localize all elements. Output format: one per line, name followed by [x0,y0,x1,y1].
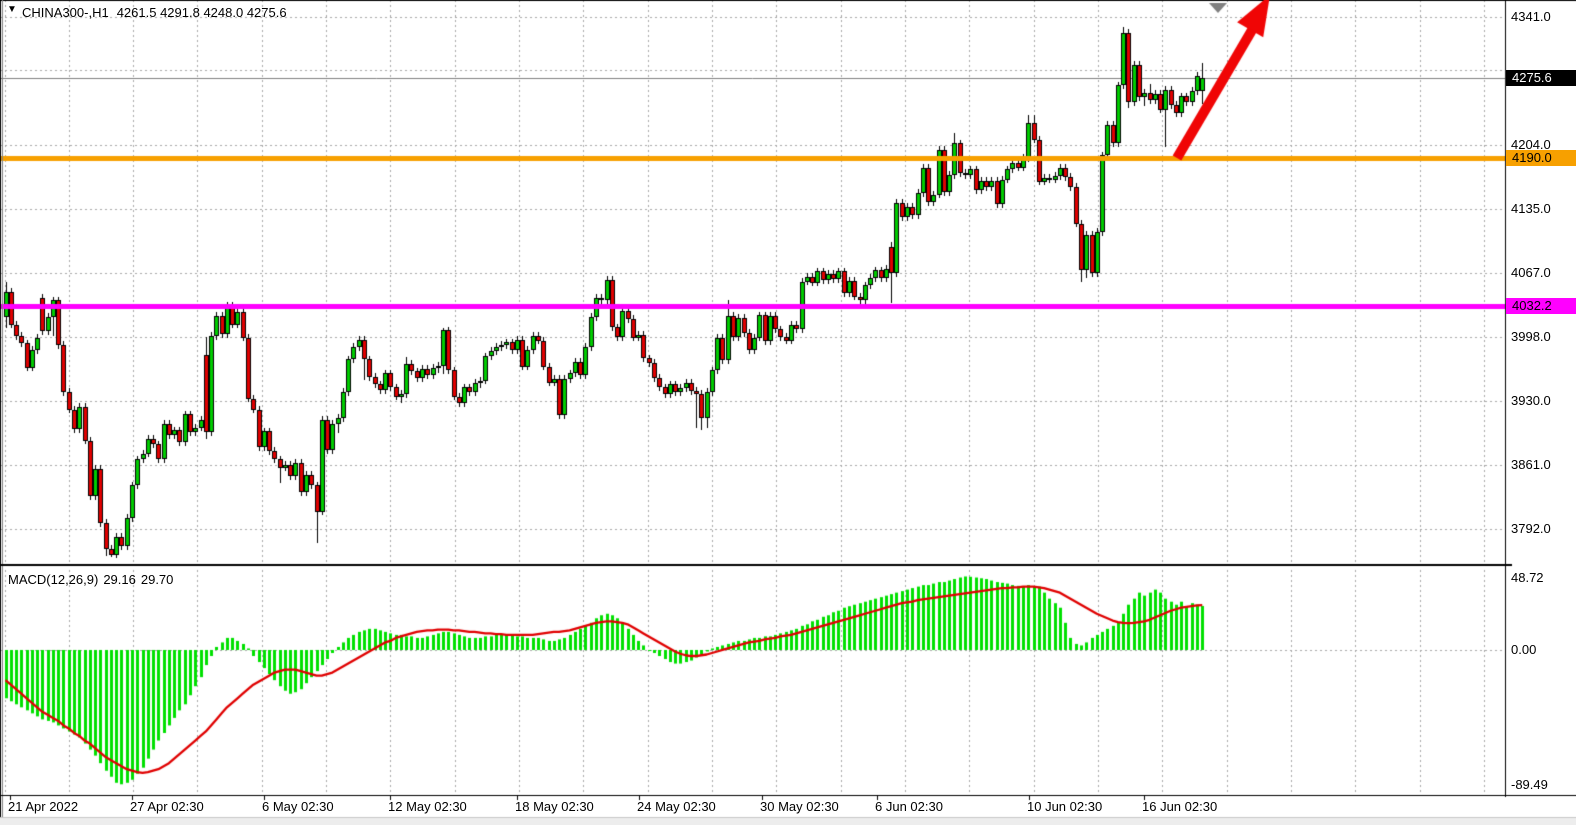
chart-title: CHINA300-,H1 4261.5 4291.8 4248.0 4275.6 [22,5,287,20]
macd-indicator-label: MACD(12,26,9) 29.16 29.70 [8,572,178,587]
macd-name: MACD(12,26,9) [8,572,98,587]
time-axis[interactable] [0,795,1576,818]
chart-window: ▼ CHINA300-,H1 4261.5 4291.8 4248.0 4275.… [0,0,1576,825]
price-axis[interactable] [1505,0,1576,795]
symbol-dropdown-icon[interactable]: ▼ [7,4,17,15]
chart-canvas[interactable] [0,0,1576,825]
macd-signal-value: 29.70 [141,572,174,587]
symbol-period-label: CHINA300-,H1 [22,5,109,20]
macd-value: 29.16 [103,572,136,587]
ohlc-quote-label: 4261.5 4291.8 4248.0 4275.6 [117,5,287,20]
